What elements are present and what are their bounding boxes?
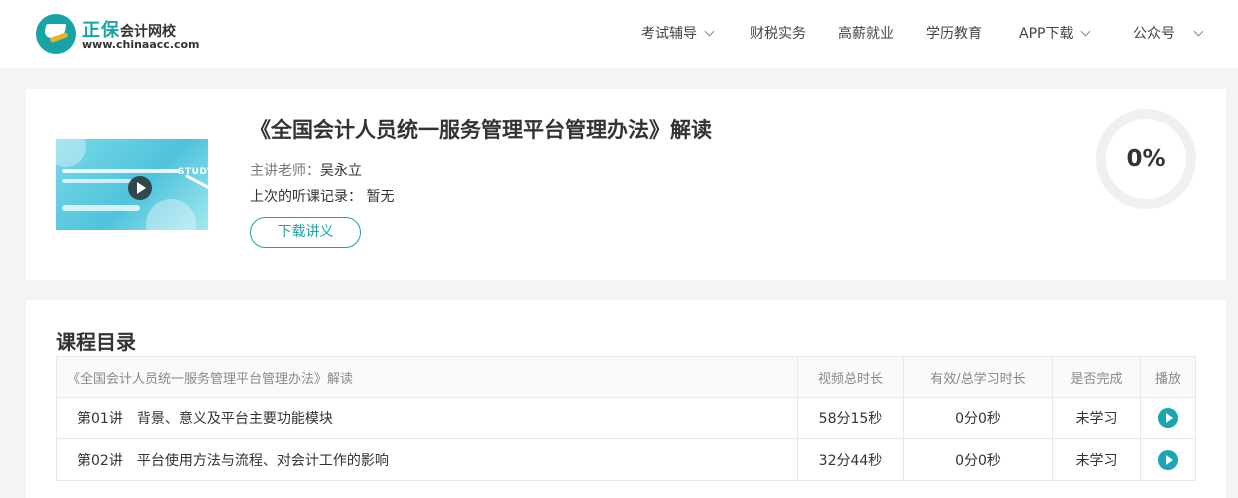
table-header-row: 《全国会计人员统一服务管理平台管理办法》解读 视频总时长 有效/总学习时长 是否… bbox=[57, 357, 1195, 398]
top-header: 正保会计网校 www.chinaacc.com 考试辅导 财税实务 高薪就业 学… bbox=[0, 0, 1238, 68]
brand-url: www.chinaacc.com bbox=[82, 38, 200, 51]
chevron-down-icon bbox=[1193, 26, 1204, 37]
nav-item-tax-practice[interactable]: 财税实务 bbox=[750, 0, 806, 68]
header-video-duration: 视频总时长 bbox=[797, 357, 903, 397]
lesson-name: 平台使用方法与流程、对会计工作的影响 bbox=[136, 452, 389, 469]
last-record-value: 暂无 bbox=[366, 189, 395, 205]
lesson-name-cell: 第01讲 背景、意义及平台主要功能模块 bbox=[57, 398, 797, 438]
header-study-duration: 有效/总学习时长 bbox=[903, 357, 1052, 397]
lesson-status: 未学习 bbox=[1052, 439, 1140, 480]
nav-item-app-download[interactable]: APP下载 bbox=[1019, 0, 1091, 68]
course-thumbnail[interactable]: STUDY bbox=[56, 139, 208, 230]
chevron-down-icon bbox=[1081, 26, 1091, 37]
lesson-video-duration: 32分44秒 bbox=[797, 439, 903, 480]
progress-ring: 0% bbox=[1096, 109, 1196, 209]
logo-icon bbox=[36, 14, 76, 54]
table-row[interactable]: 第01讲 背景、意义及平台主要功能模块 58分15秒 0分0秒 未学习 bbox=[57, 398, 1195, 439]
nav-item-label: 公众号 bbox=[1133, 26, 1175, 42]
download-notes-button[interactable]: 下载讲义 bbox=[250, 217, 361, 248]
nav-item-career[interactable]: 高薪就业 bbox=[838, 0, 894, 68]
header-completed: 是否完成 bbox=[1052, 357, 1140, 397]
nav-item-label: 考试辅导 bbox=[641, 26, 697, 42]
course-info-card: STUDY 《全国会计人员统一服务管理平台管理办法》解读 主讲老师：吴永立 上次… bbox=[26, 89, 1226, 280]
nav-item-label: 学历教育 bbox=[926, 26, 982, 42]
teacher-info: 主讲老师：吴永立 bbox=[250, 160, 362, 180]
header-play: 播放 bbox=[1140, 357, 1195, 397]
brand-logo[interactable]: 正保会计网校 www.chinaacc.com bbox=[36, 14, 200, 56]
play-icon[interactable] bbox=[1158, 408, 1178, 428]
last-record-info: 上次的听课记录： 暂无 bbox=[250, 186, 394, 206]
chevron-down-icon bbox=[704, 26, 715, 37]
lesson-play-cell bbox=[1140, 439, 1195, 480]
thumb-badge: STUDY bbox=[178, 167, 208, 177]
nav-item-official-account[interactable]: 公众号 bbox=[1133, 0, 1204, 68]
play-icon[interactable] bbox=[1158, 449, 1178, 470]
thumb-teacher-line bbox=[62, 205, 140, 211]
lesson-video-duration: 58分15秒 bbox=[797, 398, 903, 438]
lesson-study-duration: 0分0秒 bbox=[903, 398, 1052, 438]
course-catalog-card: 课程目录 《全国会计人员统一服务管理平台管理办法》解读 视频总时长 有效/总学习… bbox=[26, 300, 1226, 498]
nav-item-label: 财税实务 bbox=[750, 26, 806, 42]
nav-item-label: APP下载 bbox=[1019, 26, 1074, 42]
lesson-status: 未学习 bbox=[1052, 398, 1140, 438]
lesson-name: 背景、意义及平台主要功能模块 bbox=[136, 411, 333, 427]
play-icon[interactable] bbox=[128, 176, 152, 200]
course-title: 《全国会计人员统一服务管理平台管理办法》解读 bbox=[250, 118, 712, 142]
teacher-name: 吴永立 bbox=[320, 163, 362, 179]
lesson-name-cell: 第02讲 平台使用方法与流程、对会计工作的影响 bbox=[57, 439, 797, 480]
catalog-table: 《全国会计人员统一服务管理平台管理办法》解读 视频总时长 有效/总学习时长 是否… bbox=[56, 356, 1196, 481]
last-record-label: 上次的听课记录： bbox=[250, 189, 362, 205]
thumb-title-line bbox=[62, 179, 132, 183]
nav-item-label: 高薪就业 bbox=[838, 26, 894, 42]
lesson-play-cell bbox=[1140, 398, 1195, 438]
lesson-number: 第01讲 bbox=[77, 411, 123, 427]
header-course-name: 《全国会计人员统一服务管理平台管理办法》解读 bbox=[67, 371, 354, 387]
thumb-title-line bbox=[62, 169, 180, 173]
table-row[interactable]: 第02讲 平台使用方法与流程、对会计工作的影响 32分44秒 0分0秒 未学习 bbox=[57, 439, 1195, 480]
decor-bubble bbox=[56, 139, 86, 167]
catalog-title: 课程目录 bbox=[56, 330, 136, 354]
lesson-number: 第02讲 bbox=[77, 452, 123, 469]
lesson-study-duration: 0分0秒 bbox=[903, 439, 1052, 480]
teacher-label: 主讲老师： bbox=[250, 163, 320, 179]
progress-percent: 0% bbox=[1126, 146, 1166, 172]
nav-item-exam-tutoring[interactable]: 考试辅导 bbox=[641, 0, 715, 68]
nav-item-degree[interactable]: 学历教育 bbox=[926, 0, 982, 68]
decor-bubble bbox=[146, 199, 196, 230]
